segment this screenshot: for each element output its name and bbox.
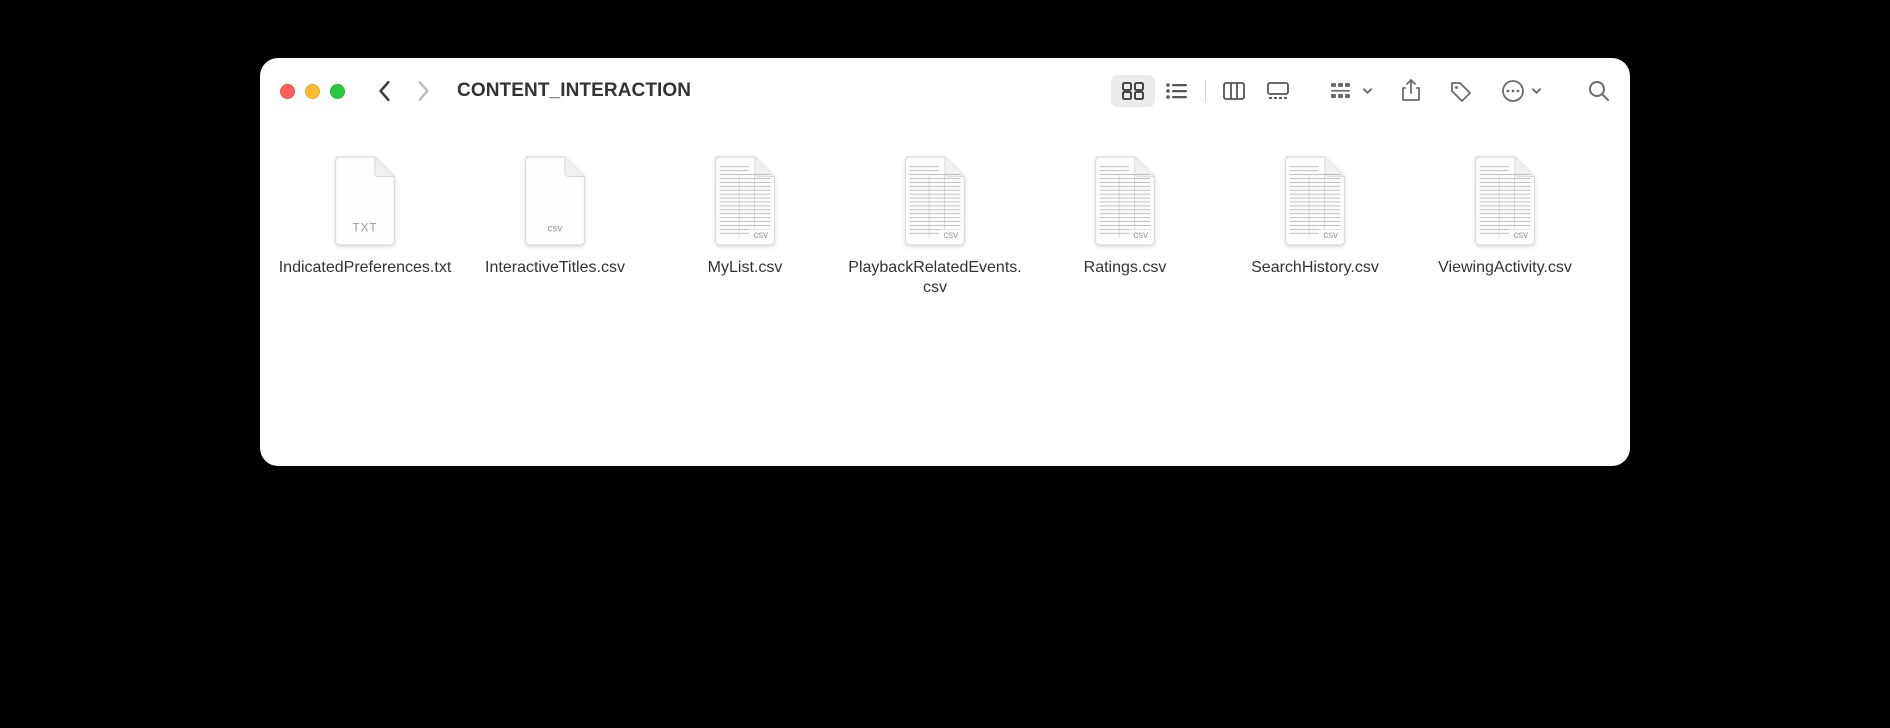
window-minimize-button[interactable] (305, 84, 320, 99)
window-close-button[interactable] (280, 84, 295, 99)
svg-text:csv: csv (753, 230, 768, 241)
view-mode-group (1111, 75, 1300, 107)
search-button[interactable] (1588, 80, 1610, 102)
toolbar: CONTENT_INTERACTION (260, 58, 1630, 124)
svg-text:csv: csv (943, 230, 958, 241)
view-icon-button[interactable] (1111, 75, 1155, 107)
file-label: InteractiveTitles.csv (485, 258, 625, 278)
csv-file-icon: csv (1079, 152, 1171, 250)
share-button[interactable] (1401, 79, 1421, 103)
csv-file-icon: csv (509, 152, 601, 250)
file-label: IndicatedPreferences.txt (279, 258, 452, 278)
action-menu-button[interactable] (1501, 79, 1542, 103)
toolbar-right (1330, 79, 1610, 103)
file-item[interactable]: csv ViewingActivity.csv (1410, 152, 1600, 298)
file-label: PlaybackRelatedEvents.csv (845, 258, 1025, 298)
back-button[interactable] (375, 80, 395, 102)
view-list-button[interactable] (1155, 75, 1199, 107)
traffic-lights (280, 84, 345, 99)
chevron-down-icon (1362, 87, 1373, 95)
group-by-button[interactable] (1330, 81, 1373, 101)
svg-text:csv: csv (1513, 230, 1528, 241)
file-item[interactable]: csv MyList.csv (650, 152, 840, 298)
file-label: Ratings.csv (1084, 258, 1167, 278)
file-label: MyList.csv (708, 258, 783, 278)
file-label: ViewingActivity.csv (1438, 258, 1572, 278)
csv-file-icon: csv (699, 152, 791, 250)
window-title: CONTENT_INTERACTION (457, 80, 691, 102)
csv-file-icon: csv (889, 152, 981, 250)
csv-file-icon: csv (1269, 152, 1361, 250)
file-item[interactable]: csv SearchHistory.csv (1220, 152, 1410, 298)
nav-buttons (375, 80, 433, 102)
forward-button[interactable] (413, 80, 433, 102)
window-fullscreen-button[interactable] (330, 84, 345, 99)
file-item[interactable]: TXT IndicatedPreferences.txt (270, 152, 460, 298)
svg-text:csv: csv (1133, 230, 1148, 241)
csv-file-icon: csv (1459, 152, 1551, 250)
file-item[interactable]: csv Ratings.csv (1030, 152, 1220, 298)
file-label: SearchHistory.csv (1251, 258, 1379, 278)
svg-text:TXT: TXT (352, 221, 377, 234)
txt-file-icon: TXT (319, 152, 411, 250)
finder-window: CONTENT_INTERACTION (260, 58, 1630, 466)
chevron-down-icon (1531, 87, 1542, 95)
view-column-button[interactable] (1212, 75, 1256, 107)
svg-text:csv: csv (548, 223, 563, 234)
file-grid: TXT IndicatedPreferences.txt csv Interactiv… (260, 124, 1630, 466)
tags-button[interactable] (1449, 80, 1473, 102)
file-item[interactable]: csv PlaybackRelatedEvents.csv (840, 152, 1030, 298)
view-gallery-button[interactable] (1256, 75, 1300, 107)
file-item[interactable]: csv InteractiveTitles.csv (460, 152, 650, 298)
toolbar-divider (1205, 80, 1206, 102)
svg-text:csv: csv (1323, 230, 1338, 241)
